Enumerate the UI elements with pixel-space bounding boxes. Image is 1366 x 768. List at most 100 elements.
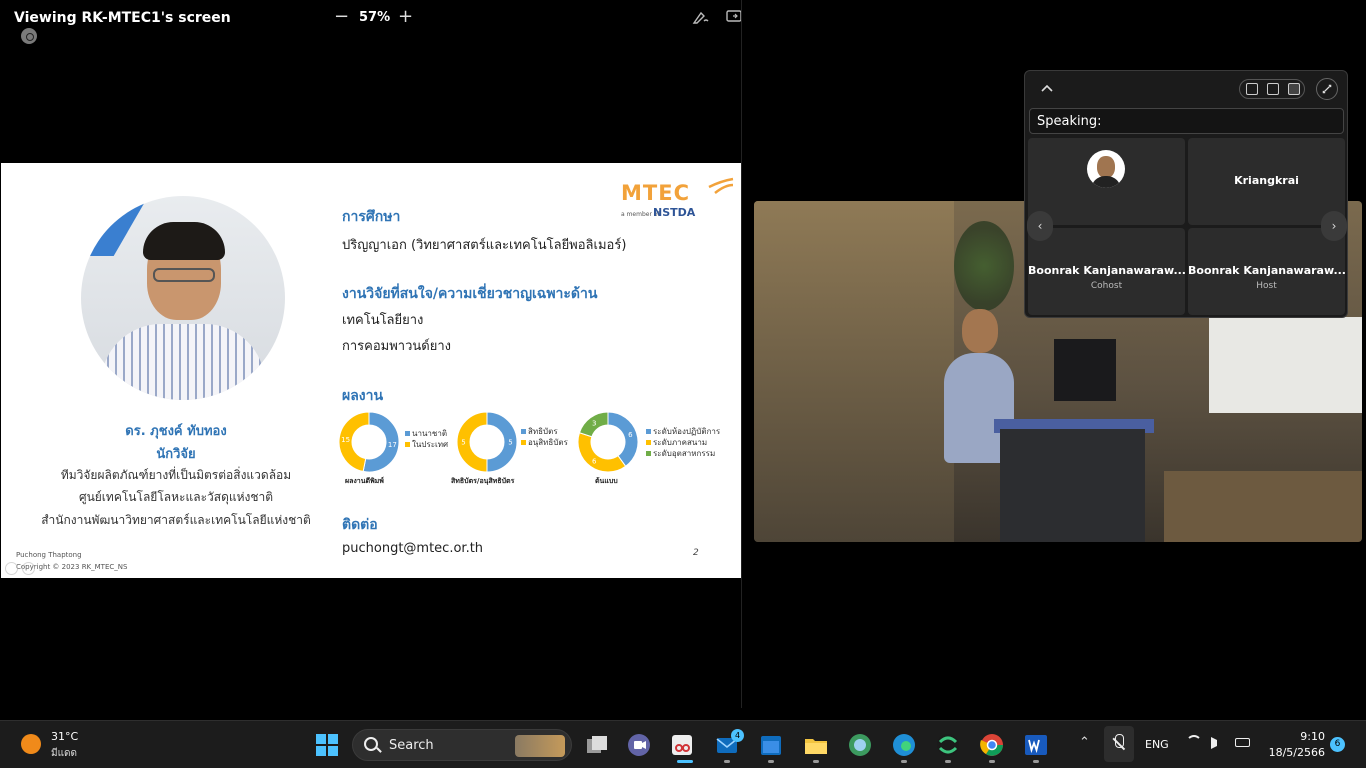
legend-prototypes: ระดับห้องปฏิบัติการระดับภาคสนามระดับอุตส… [646,426,720,459]
mic-muted-icon[interactable] [1104,726,1134,762]
speaking-indicator: Speaking: [1029,108,1344,134]
active-app-indicator [677,760,693,763]
maps-icon[interactable] [847,732,873,758]
legend-swatch [405,442,410,447]
participant-tile[interactable]: Kriangkrai [1188,138,1345,225]
research-item-1: เทคโนโลยียาง [342,313,424,328]
file-explorer-icon[interactable] [803,732,829,758]
share-toolbar: Viewing RK-MTEC1's screen − 57% + [0,0,742,36]
app-indicator [989,760,995,763]
donut-value-label: 17 [388,441,397,449]
legend-swatch [646,451,651,456]
search-highlight-icon [515,735,565,757]
donut-prototypes: 6 6 3 [577,411,639,473]
donut-patents: 55 [456,411,518,473]
education-heading: การศึกษา [342,209,401,225]
layout-grid-icon[interactable] [1288,83,1300,95]
mtec-logo: MTEC a member of NSTDA [621,171,736,219]
participant-tile[interactable]: Boonrak Kanjanawaraw... Cohost [1028,228,1185,315]
legend-entry: ระดับอุตสาหกรรม [646,448,720,459]
tray-chevron-icon[interactable]: ⌃ [1079,735,1090,750]
weather-desc[interactable]: มีแดด [51,746,77,761]
volume-icon[interactable] [1211,737,1225,749]
legend-swatch [521,440,526,445]
search-label: Search [389,738,434,753]
slide-controls[interactable] [5,560,165,575]
person-center: ศูนย์เทคโนโลยีโลหะและวัสดุแห่งชาติ [78,490,274,504]
zoom-in-button[interactable]: + [398,6,413,27]
zoom-out-button[interactable]: − [334,6,349,27]
donut-slice [577,432,627,473]
battery-icon[interactable] [1235,738,1250,747]
webex-icon[interactable] [935,732,961,758]
clock-date[interactable]: 18/5/2566 [1260,746,1325,759]
annotate-icon[interactable] [692,8,710,26]
prev-page-button[interactable]: ‹ [1027,211,1053,241]
language-indicator[interactable]: ENG [1145,738,1169,751]
calendar-icon[interactable] [758,732,784,758]
view-layout-switch[interactable] [1239,79,1305,99]
participant-tile[interactable] [1028,138,1185,225]
donut-caption-prototypes: ต้นแบบ [595,477,618,485]
notification-badge[interactable]: 6 [1330,737,1345,752]
app-indicator [901,760,907,763]
participant-role: Host [1256,281,1277,291]
chrome-icon[interactable] [979,732,1005,758]
person-name: ดร. ภุชงค์ ทับทอง [125,424,227,439]
mail-badge: 4 [731,729,744,742]
layout-single-icon[interactable] [1246,83,1258,95]
donut-value-label: 5 [508,439,512,447]
app-indicator [813,760,819,763]
research-heading: งานวิจัยที่สนใจ/ความเชี่ยวชาญเฉพาะด้าน [342,286,598,302]
donut-publications: 1715 [338,411,400,473]
contact-email[interactable]: puchongt@mtec.or.th [342,541,483,556]
wifi-icon[interactable] [1186,735,1202,751]
task-view-icon[interactable] [584,732,610,758]
legend-label: ระดับอุตสาหกรรม [653,449,716,458]
fullscreen-icon[interactable] [1316,78,1338,100]
donut-value-label: 5 [461,439,465,447]
app-indicator [945,760,951,763]
person-agency: สำนักงานพัฒนาวิทยาศาสตร์และเทคโนโลยีแห่ง… [41,513,311,527]
donut-value-label: 3 [592,419,596,427]
slide-next-icon[interactable] [22,562,35,575]
avatar [1087,150,1125,188]
legend-entry: ระดับภาคสนาม [646,437,720,448]
person-team: ทีมวิจัยผลิตภัณฑ์ยางที่เป็นมิตรต่อสิ่งแว… [60,468,292,482]
legend-label: อนุสิทธิบัตร [528,438,568,447]
donut-value-label: 15 [341,436,350,444]
logo-text: MTEC [621,181,690,205]
research-item-2: การคอมพาวนด์ยาง [342,339,451,354]
participant-name: Kriangkrai [1234,174,1299,187]
weather-temp[interactable]: 31°C [51,730,78,743]
legend-label: ระดับห้องปฏิบัติการ [653,427,721,436]
profile-photo [81,196,285,400]
chevron-up-icon[interactable] [1039,81,1055,97]
legend-entry: ในประเทศ [405,439,448,450]
taskbar-search[interactable]: Search [352,729,572,761]
taskbar: 31°C มีแดด Search 4 ⌃ ENG 9:10 18/5/2566… [0,720,1366,768]
snipping-tool-icon[interactable] [669,732,695,758]
windows-start-icon[interactable] [314,732,340,758]
app-indicator [1033,760,1039,763]
legend-entry: สิทธิบัตร [521,426,568,437]
sun-icon[interactable] [21,734,41,754]
legend-swatch [646,440,651,445]
legend-publications: นานาชาติ ในประเทศ [405,428,448,450]
participant-name: Boonrak Kanjanawaraw... [1028,264,1185,277]
chat-icon[interactable] [626,732,652,758]
next-page-button[interactable]: › [1321,211,1347,241]
legend-label: สิทธิบัตร [528,427,558,436]
slide-author: Puchong Thaptong [16,551,82,559]
participant-tile[interactable]: Boonrak Kanjanawaraw... Host [1188,228,1345,315]
share-title: Viewing RK-MTEC1's screen [14,10,231,26]
edge-icon[interactable] [891,732,917,758]
word-icon[interactable] [1023,732,1049,758]
legend-swatch [646,429,651,434]
legend-entry: นานาชาติ [405,428,448,439]
layout-strip-icon[interactable] [1267,83,1279,95]
search-icon [364,737,378,751]
slide-prev-icon[interactable] [5,562,18,575]
legend-label: ระดับภาคสนาม [653,438,708,447]
clock-time[interactable]: 9:10 [1275,730,1325,743]
